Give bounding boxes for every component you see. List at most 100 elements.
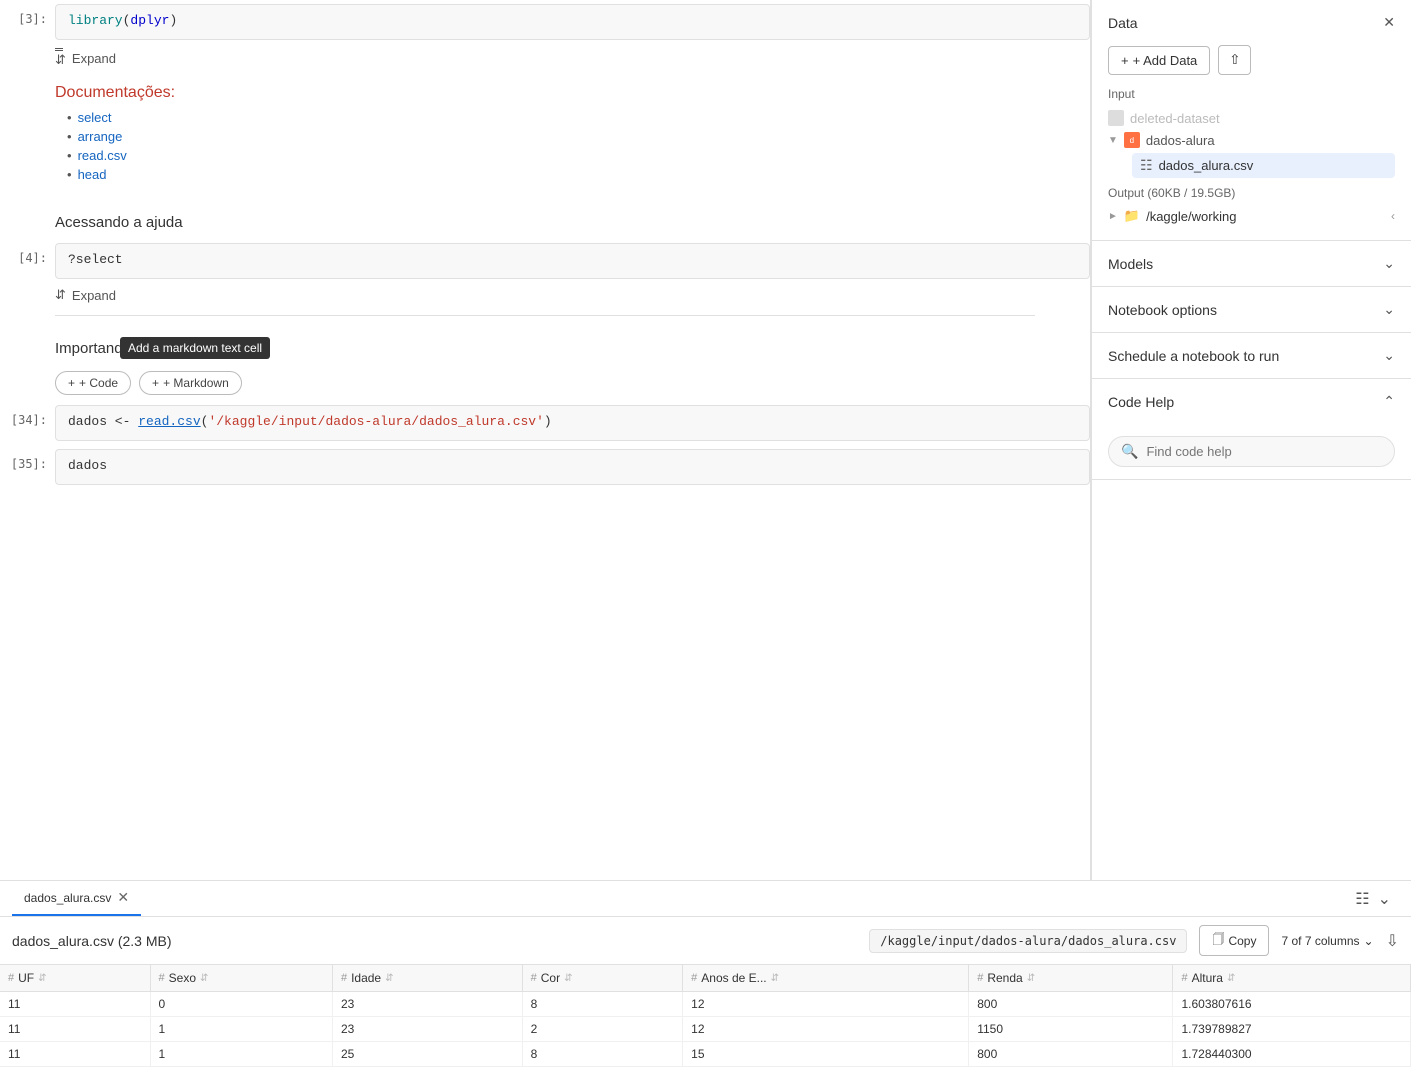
code-help-header[interactable]: Code Help ⌃ <box>1092 379 1411 424</box>
close-tab-icon[interactable]: ✕ <box>117 889 129 906</box>
add-markdown-tooltip: Add a markdown text cell <box>120 337 270 359</box>
columns-badge[interactable]: 7 of 7 columns ⌄ <box>1281 934 1373 948</box>
cell-renda-3: 800 <box>969 1042 1173 1067</box>
table-row: 11 1 25 8 15 800 1.728440300 <box>0 1042 1411 1067</box>
table-row: 11 1 23 2 12 1150 1.739789827 <box>0 1017 1411 1042</box>
data-table-tabs: dados_alura.csv ✕ ☷ ⌄ <box>0 881 1411 917</box>
hash-icon-cor: # <box>531 972 537 984</box>
models-section-header[interactable]: Models ⌄ <box>1092 241 1411 286</box>
add-code-label: + Code <box>79 376 118 390</box>
doc-list-item-readcsv: read.csv <box>67 148 1090 163</box>
cell-content-34[interactable]: dados <- read.csv('/kaggle/input/dados-a… <box>55 405 1090 441</box>
sort-icon-renda[interactable]: ⇵ <box>1027 973 1035 984</box>
hash-icon-anos: # <box>691 972 697 984</box>
cell-content-35[interactable]: dados <box>55 449 1090 485</box>
add-code-button[interactable]: + + Code <box>55 371 131 395</box>
cell-altura-2: 1.739789827 <box>1173 1017 1411 1042</box>
code-cell-34[interactable]: dados <- read.csv('/kaggle/input/dados-a… <box>55 405 1090 441</box>
models-title: Models <box>1108 256 1153 272</box>
sidebar-models-section: Models ⌄ <box>1092 241 1411 287</box>
code-cell-35[interactable]: dados <box>55 449 1090 485</box>
cell-number-3: [3]: <box>0 4 55 26</box>
add-cell-row: + + Code + + Markdown Add a markdown tex… <box>0 365 1090 401</box>
table-expand-button[interactable]: ⌄ <box>1378 889 1391 909</box>
table-body: 11 0 23 8 12 800 1.603807616 11 1 23 2 1… <box>0 992 1411 1067</box>
table-toolbar-right: /kaggle/input/dados-alura/dados_alura.cs… <box>869 925 1399 956</box>
data-section-body: + + Add Data ⇧ Input deleted-dataset ▼ <box>1092 45 1411 240</box>
upload-button[interactable]: ⇧ <box>1218 45 1251 75</box>
col-header-idade: # Idade ⇵ <box>332 965 522 992</box>
cell-sexo-2: 1 <box>150 1017 332 1042</box>
cell-idade-1: 23 <box>332 992 522 1017</box>
doc-list-item-head: head <box>67 167 1090 182</box>
cell-anos-3: 15 <box>683 1042 969 1067</box>
code-cell-4[interactable]: ?select <box>55 243 1090 279</box>
csv-file-item[interactable]: ☷ dados_alura.csv <box>1132 153 1395 178</box>
hash-icon-sexo: # <box>159 972 165 984</box>
data-section-title: Data <box>1108 15 1138 31</box>
deleted-dataset-item: deleted-dataset <box>1108 107 1395 129</box>
sort-icon-sexo[interactable]: ⇵ <box>200 973 208 984</box>
table-header-row: # UF ⇵ # Sexo ⇵ # <box>0 965 1411 992</box>
add-data-button[interactable]: + + Add Data <box>1108 46 1210 75</box>
dados-alura-label: dados-alura <box>1146 133 1215 148</box>
col-header-uf: # UF ⇵ <box>0 965 150 992</box>
copy-button[interactable]: 🗍 Copy <box>1199 925 1269 956</box>
section-divider <box>55 315 1035 316</box>
doc-link-select[interactable]: select <box>78 110 112 125</box>
cell-content-4[interactable]: ?select <box>55 243 1090 279</box>
code-help-search-input[interactable] <box>1146 444 1382 459</box>
sort-icon-altura[interactable]: ⇵ <box>1227 973 1235 984</box>
expand-icon: ⇵ <box>55 48 66 68</box>
cell-content-3[interactable]: library(dplyr) <box>55 4 1090 40</box>
sidebar-data-section: Data ✕ + + Add Data ⇧ Input deleted-da <box>1092 0 1411 241</box>
table-header: # UF ⇵ # Sexo ⇵ # <box>0 965 1411 992</box>
models-chevron-icon: ⌄ <box>1383 255 1395 272</box>
data-tab-csv[interactable]: dados_alura.csv ✕ <box>12 881 141 916</box>
expand-row-2[interactable]: ⇵ Expand <box>0 283 1090 307</box>
download-button[interactable]: ⇩ <box>1386 931 1399 951</box>
data-section-close-icon: ✕ <box>1383 14 1395 31</box>
notebook-options-header[interactable]: Notebook options ⌄ <box>1092 287 1411 332</box>
dataset-icon: d <box>1124 132 1140 148</box>
code-cell-3[interactable]: library(dplyr) <box>55 4 1090 40</box>
sidebar-notebook-options: Notebook options ⌄ <box>1092 287 1411 333</box>
doc-link-readcsv[interactable]: read.csv <box>78 148 127 163</box>
code-help-search-box[interactable]: 🔍 <box>1108 436 1395 467</box>
section-acessando: Acessando a ajuda <box>0 198 1090 239</box>
cell-idade-2: 23 <box>332 1017 522 1042</box>
sort-icon-idade[interactable]: ⇵ <box>385 973 393 984</box>
working-dir-item[interactable]: ► 📁 /kaggle/working ‹ <box>1108 204 1395 228</box>
notebook-options-chevron: ⌄ <box>1383 301 1395 318</box>
cell-number-34: [34]: <box>0 405 55 427</box>
cell-renda-2: 1150 <box>969 1017 1173 1042</box>
doc-list: select arrange read.csv head <box>55 110 1090 182</box>
cell-cor-3: 8 <box>522 1042 683 1067</box>
add-markdown-button[interactable]: + + Markdown <box>139 371 242 395</box>
data-section-header[interactable]: Data ✕ <box>1092 0 1411 45</box>
code-help-body: 🔍 <box>1092 424 1411 479</box>
cell-cor-1: 8 <box>522 992 683 1017</box>
sort-icon-cor[interactable]: ⇵ <box>564 973 572 984</box>
col-header-renda: # Renda ⇵ <box>969 965 1173 992</box>
cell-34: [34]: dados <- read.csv('/kaggle/input/d… <box>0 401 1090 445</box>
expand-row-1[interactable]: ⇵ Expand <box>0 44 1090 72</box>
table-view-button[interactable]: ☷ <box>1355 889 1369 909</box>
schedule-section-header[interactable]: Schedule a notebook to run ⌄ <box>1092 333 1411 378</box>
cell-uf-3: 11 <box>0 1042 150 1067</box>
data-table: # UF ⇵ # Sexo ⇵ # <box>0 965 1411 1067</box>
data-table-area: dados_alura.csv ✕ ☷ ⌄ dados_alura.csv (2… <box>0 880 1411 1067</box>
doc-link-arrange[interactable]: arrange <box>78 129 123 144</box>
doc-link-head[interactable]: head <box>78 167 107 182</box>
copy-label: Copy <box>1228 934 1256 948</box>
col-label-sexo: Sexo <box>169 971 196 985</box>
sort-icon-anos[interactable]: ⇵ <box>771 973 779 984</box>
table-toolbar: dados_alura.csv (2.3 MB) /kaggle/input/d… <box>0 917 1411 965</box>
cell-number-4: [4]: <box>0 243 55 265</box>
sort-icon-uf[interactable]: ⇵ <box>38 973 46 984</box>
input-label: Input <box>1108 87 1395 101</box>
schedule-title: Schedule a notebook to run <box>1108 348 1279 364</box>
dados-alura-item[interactable]: ▼ d dados-alura <box>1108 129 1395 151</box>
folder-icon: 📁 <box>1124 208 1140 224</box>
cell-35: [35]: dados <box>0 445 1090 489</box>
